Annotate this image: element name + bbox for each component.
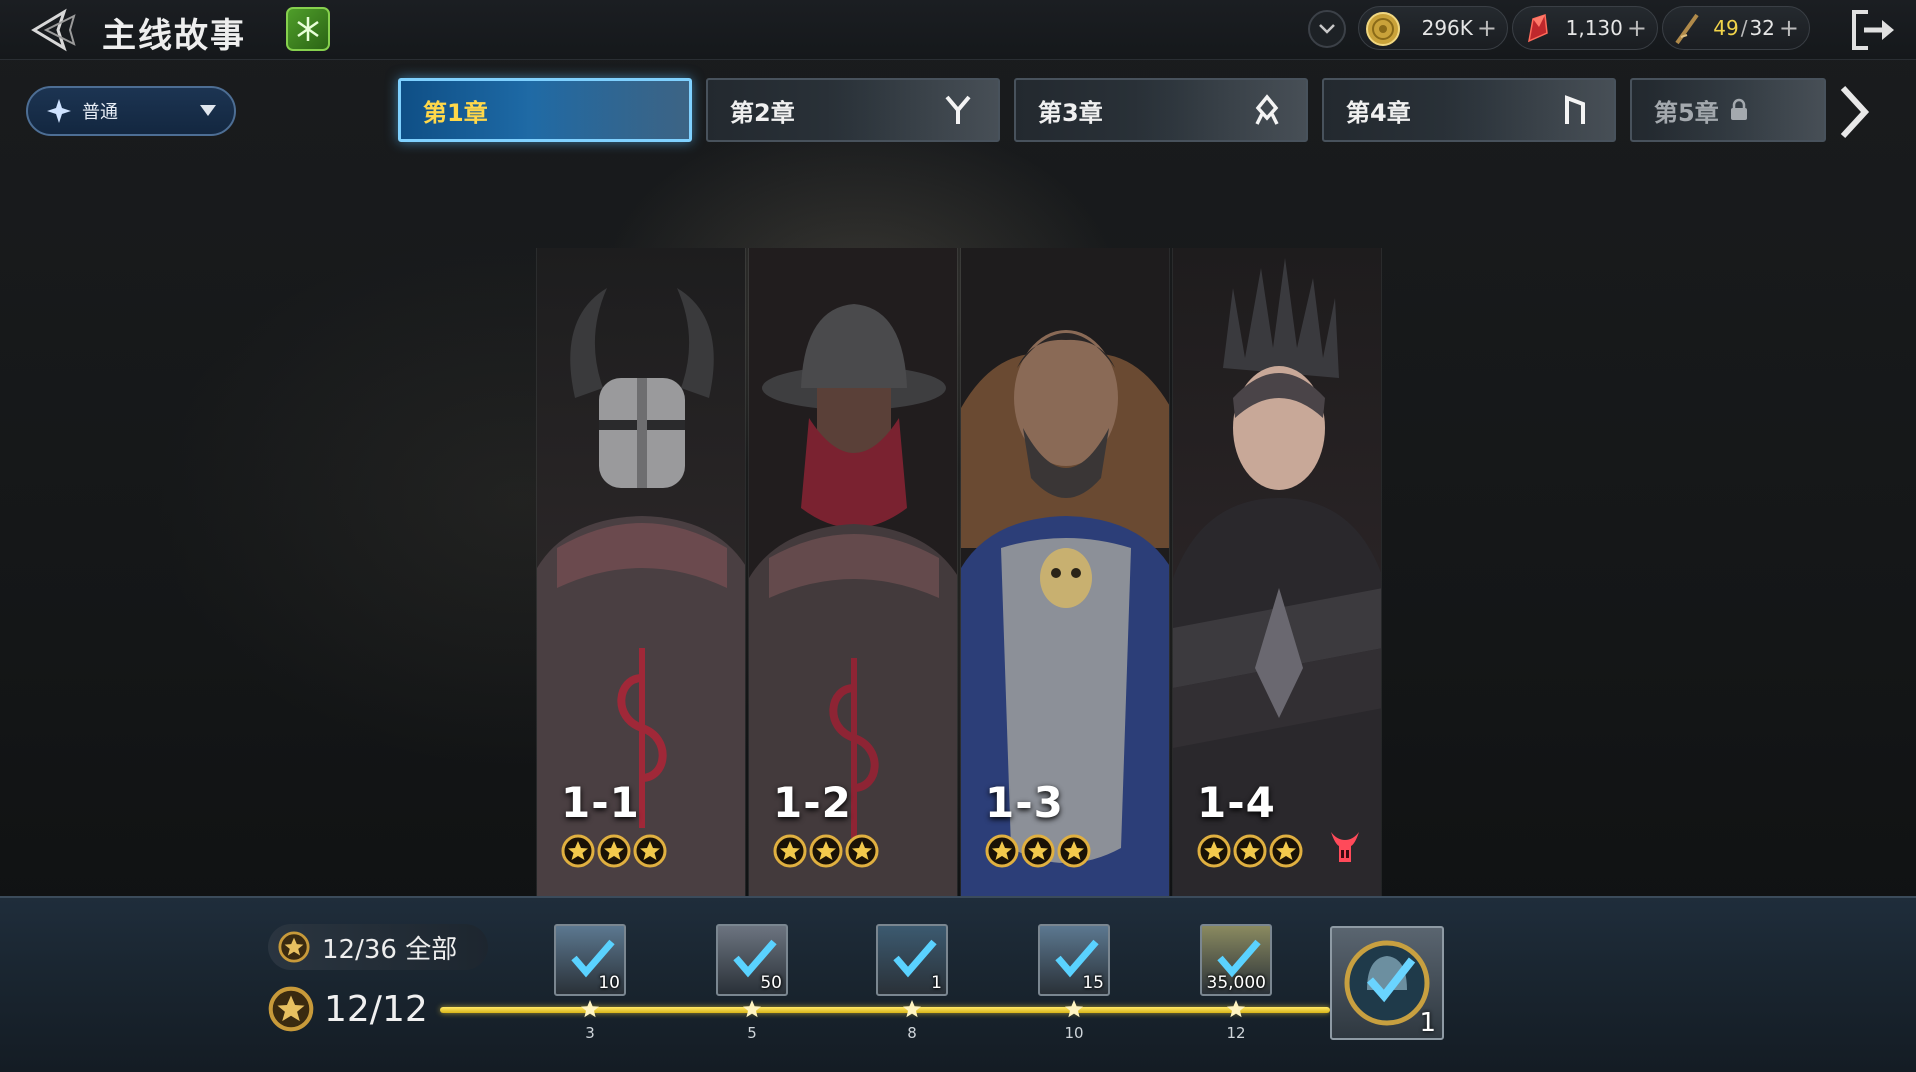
gold-coin-icon xyxy=(1366,12,1400,46)
tab-chapter-3[interactable]: 第3章 xyxy=(1014,78,1308,142)
tab-chapter-4[interactable]: 第4章 xyxy=(1322,78,1616,142)
reward-qty: 35,000 xyxy=(1206,973,1266,993)
back-button[interactable] xyxy=(28,6,88,54)
stage-stars xyxy=(561,834,667,868)
reward-qty: 50 xyxy=(760,973,782,993)
star-filled-icon xyxy=(809,834,843,868)
stage-card-1-3[interactable]: 1-3 xyxy=(960,248,1170,896)
reward-qty: 1 xyxy=(931,973,942,993)
milestone-star-icon xyxy=(903,1000,921,1018)
chapter-emblem-icon[interactable] xyxy=(286,7,330,51)
star-filled-icon xyxy=(1057,834,1091,868)
final-reward-qty: 1 xyxy=(1419,1008,1436,1038)
milestone-reward-5[interactable]: 35,000 xyxy=(1200,924,1272,996)
caret-down-icon xyxy=(200,105,216,116)
tab-chapter-1[interactable]: 第1章 xyxy=(398,78,692,142)
chevron-down-icon xyxy=(1319,24,1335,34)
red-gem-icon xyxy=(1528,13,1548,43)
total-stars-text: 12/36 全部 xyxy=(322,934,458,965)
chapter-stars-text: 12/12 xyxy=(324,988,428,1030)
coins-value: 296K xyxy=(1421,16,1473,40)
tab-chapter-3-label: 第3章 xyxy=(1038,98,1103,127)
milestone-reward-2[interactable]: 50 xyxy=(716,924,788,996)
stamina-separator: / xyxy=(1740,16,1748,40)
final-reward-chest[interactable]: 1 xyxy=(1330,926,1444,1040)
star-filled-icon xyxy=(633,834,667,868)
reward-qty: 15 xyxy=(1082,973,1104,993)
star-filled-icon xyxy=(1269,834,1303,868)
top-bar: 主线故事 296K + 1,130 + 49 / 32 + xyxy=(0,0,1916,60)
milestone-star-icon xyxy=(1227,1000,1245,1018)
tab-chapter-2-label: 第2章 xyxy=(730,98,795,127)
quill-stamina-icon xyxy=(1675,13,1699,45)
stage-number: 1-3 xyxy=(985,778,1064,827)
tab-chapter-5-label: 第5章 xyxy=(1654,98,1719,127)
exit-icon xyxy=(1852,10,1894,50)
milestone-label: 3 xyxy=(585,1024,595,1042)
gems-add-button[interactable]: + xyxy=(1627,16,1647,40)
page-title: 主线故事 xyxy=(102,16,246,56)
milestone-reward-4[interactable]: 15 xyxy=(1038,924,1110,996)
coins-add-button[interactable]: + xyxy=(1477,16,1497,40)
stage-stars xyxy=(773,834,879,868)
lock-icon xyxy=(1730,98,1747,120)
milestone-label: 8 xyxy=(907,1024,917,1042)
star-filled-icon xyxy=(985,834,1019,868)
star-filled-icon xyxy=(1197,834,1231,868)
milestone-reward-1[interactable]: 10 xyxy=(554,924,626,996)
back-arrow-icon xyxy=(31,8,76,52)
milestone-star-icon xyxy=(1065,1000,1083,1018)
stage-card-1-2[interactable]: 1-2 xyxy=(748,248,958,896)
stage-number: 1-2 xyxy=(773,778,852,827)
milestone-label: 10 xyxy=(1064,1024,1084,1042)
stage-card-1-1[interactable]: 1-1 xyxy=(536,248,746,896)
total-stars-pill: 12/36 全部 xyxy=(268,924,488,970)
star-filled-icon xyxy=(1021,834,1055,868)
milestone-star-icon xyxy=(743,1000,761,1018)
star-filled-icon xyxy=(1233,834,1267,868)
progress-fill xyxy=(440,1007,1330,1013)
tab-chapter-1-label: 第1章 xyxy=(423,98,488,127)
rune-othala-icon xyxy=(1255,94,1279,125)
milestone-label: 12 xyxy=(1226,1024,1246,1042)
star-filled-icon xyxy=(845,834,879,868)
rune-y-icon xyxy=(945,95,971,124)
expand-resources-button[interactable] xyxy=(1308,10,1346,48)
next-chapters-button[interactable] xyxy=(1832,84,1876,140)
milestone-reward-3[interactable]: 1 xyxy=(876,924,948,996)
boss-demon-icon xyxy=(1331,832,1359,862)
exit-button[interactable] xyxy=(1846,6,1898,54)
coins-counter[interactable]: 296K + xyxy=(1358,6,1508,50)
stage-stars xyxy=(985,834,1091,868)
gems-counter[interactable]: 1,130 + xyxy=(1512,6,1658,50)
star-filled-icon xyxy=(561,834,595,868)
chevron-right-icon xyxy=(1840,85,1870,139)
sparkle-icon xyxy=(47,99,71,123)
stage-number: 1-4 xyxy=(1197,778,1276,827)
milestone-star-icon xyxy=(581,1000,599,1018)
milestone-label: 5 xyxy=(747,1024,757,1042)
tab-chapter-5[interactable]: 第5章 xyxy=(1630,78,1826,142)
tab-chapter-2[interactable]: 第2章 xyxy=(706,78,1000,142)
gems-value: 1,130 xyxy=(1565,16,1623,40)
stamina-current: 49 xyxy=(1713,16,1739,40)
star-medal-icon xyxy=(268,986,314,1032)
stamina-counter[interactable]: 49 / 32 + xyxy=(1662,6,1810,50)
stage-card-1-4[interactable]: 1-4 xyxy=(1172,248,1382,896)
star-filled-icon xyxy=(597,834,631,868)
star-reward-bar xyxy=(0,896,1916,1072)
stamina-max: 32 xyxy=(1749,16,1775,40)
star-medal-icon xyxy=(278,931,310,963)
difficulty-label: 普通 xyxy=(82,102,118,123)
stage-stars xyxy=(1197,834,1303,868)
reward-qty: 10 xyxy=(598,973,620,993)
chapter-stars-count: 12/12 xyxy=(268,986,428,1032)
difficulty-select[interactable]: 普通 xyxy=(26,86,236,136)
star-filled-icon xyxy=(773,834,807,868)
rune-uruz-icon xyxy=(1565,95,1585,124)
stage-number: 1-1 xyxy=(561,778,640,827)
tab-chapter-4-label: 第4章 xyxy=(1346,98,1411,127)
stamina-add-button[interactable]: + xyxy=(1779,16,1799,40)
